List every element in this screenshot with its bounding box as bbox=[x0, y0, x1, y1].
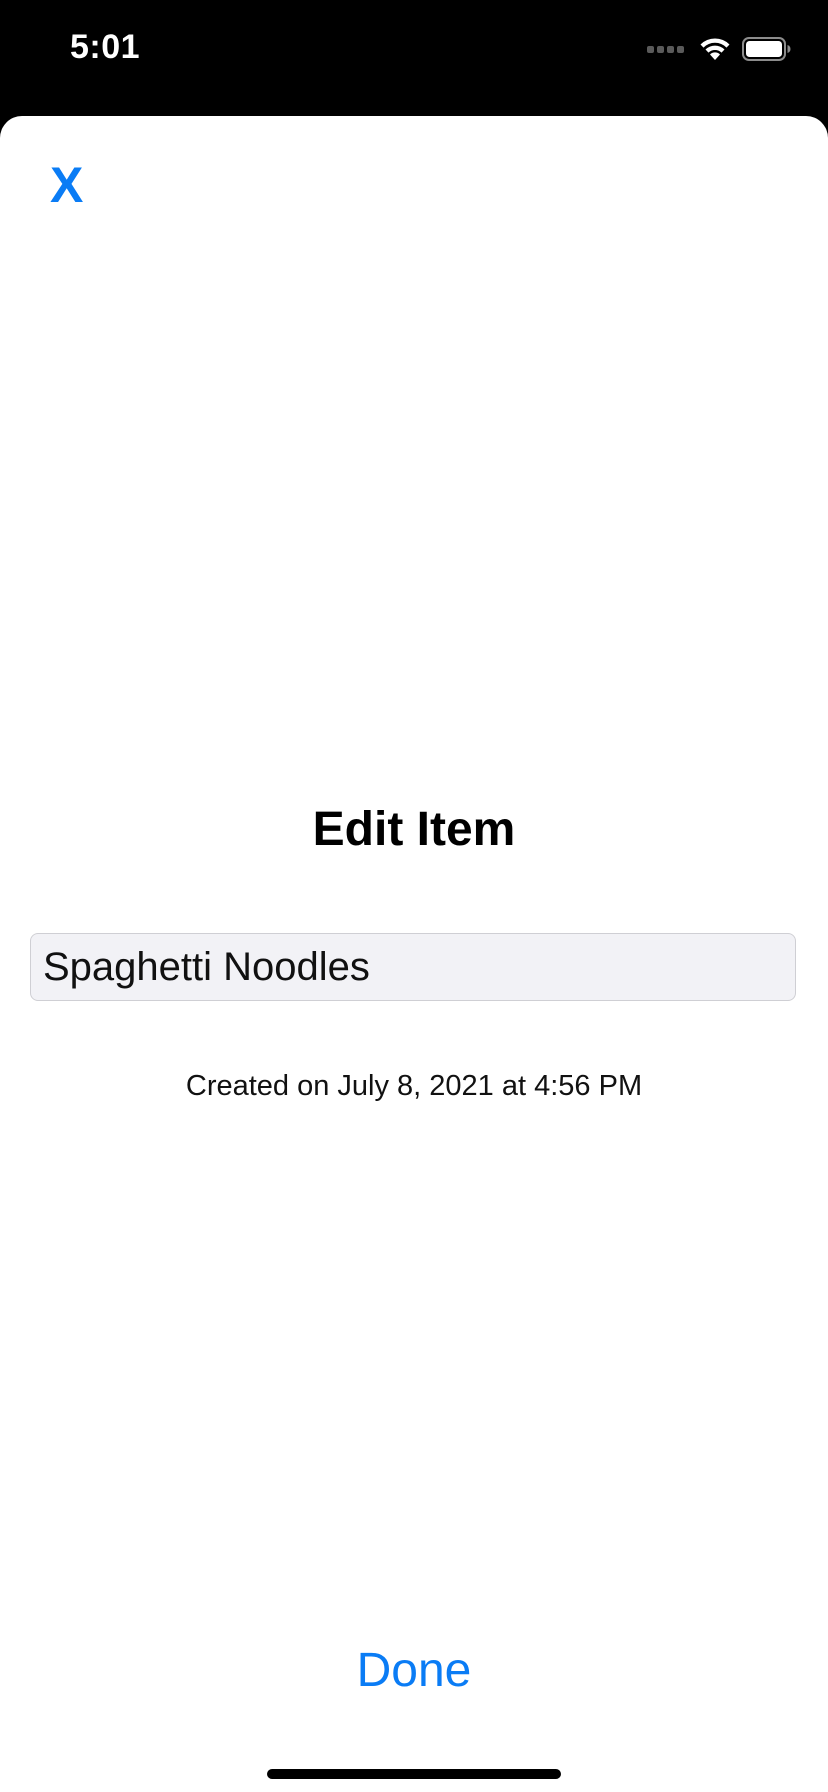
cellular-signal-icon bbox=[647, 45, 684, 53]
page-title: Edit Item bbox=[312, 803, 516, 856]
item-name-input[interactable] bbox=[30, 933, 796, 1001]
status-time: 5:01 bbox=[70, 28, 141, 66]
created-timestamp: Created on July 8, 2021 at 4:56 PM bbox=[185, 1070, 643, 1102]
wifi-icon bbox=[700, 38, 730, 60]
home-indicator bbox=[267, 1769, 561, 1779]
battery-icon bbox=[742, 37, 791, 61]
done-button[interactable]: Done bbox=[0, 1643, 828, 1698]
status-bar: 5:01 bbox=[0, 0, 828, 116]
status-icons bbox=[647, 36, 792, 62]
close-button[interactable]: X bbox=[50, 160, 83, 210]
edit-item-sheet: X Edit Item Created on July 8, 2021 at 4… bbox=[0, 116, 828, 1792]
